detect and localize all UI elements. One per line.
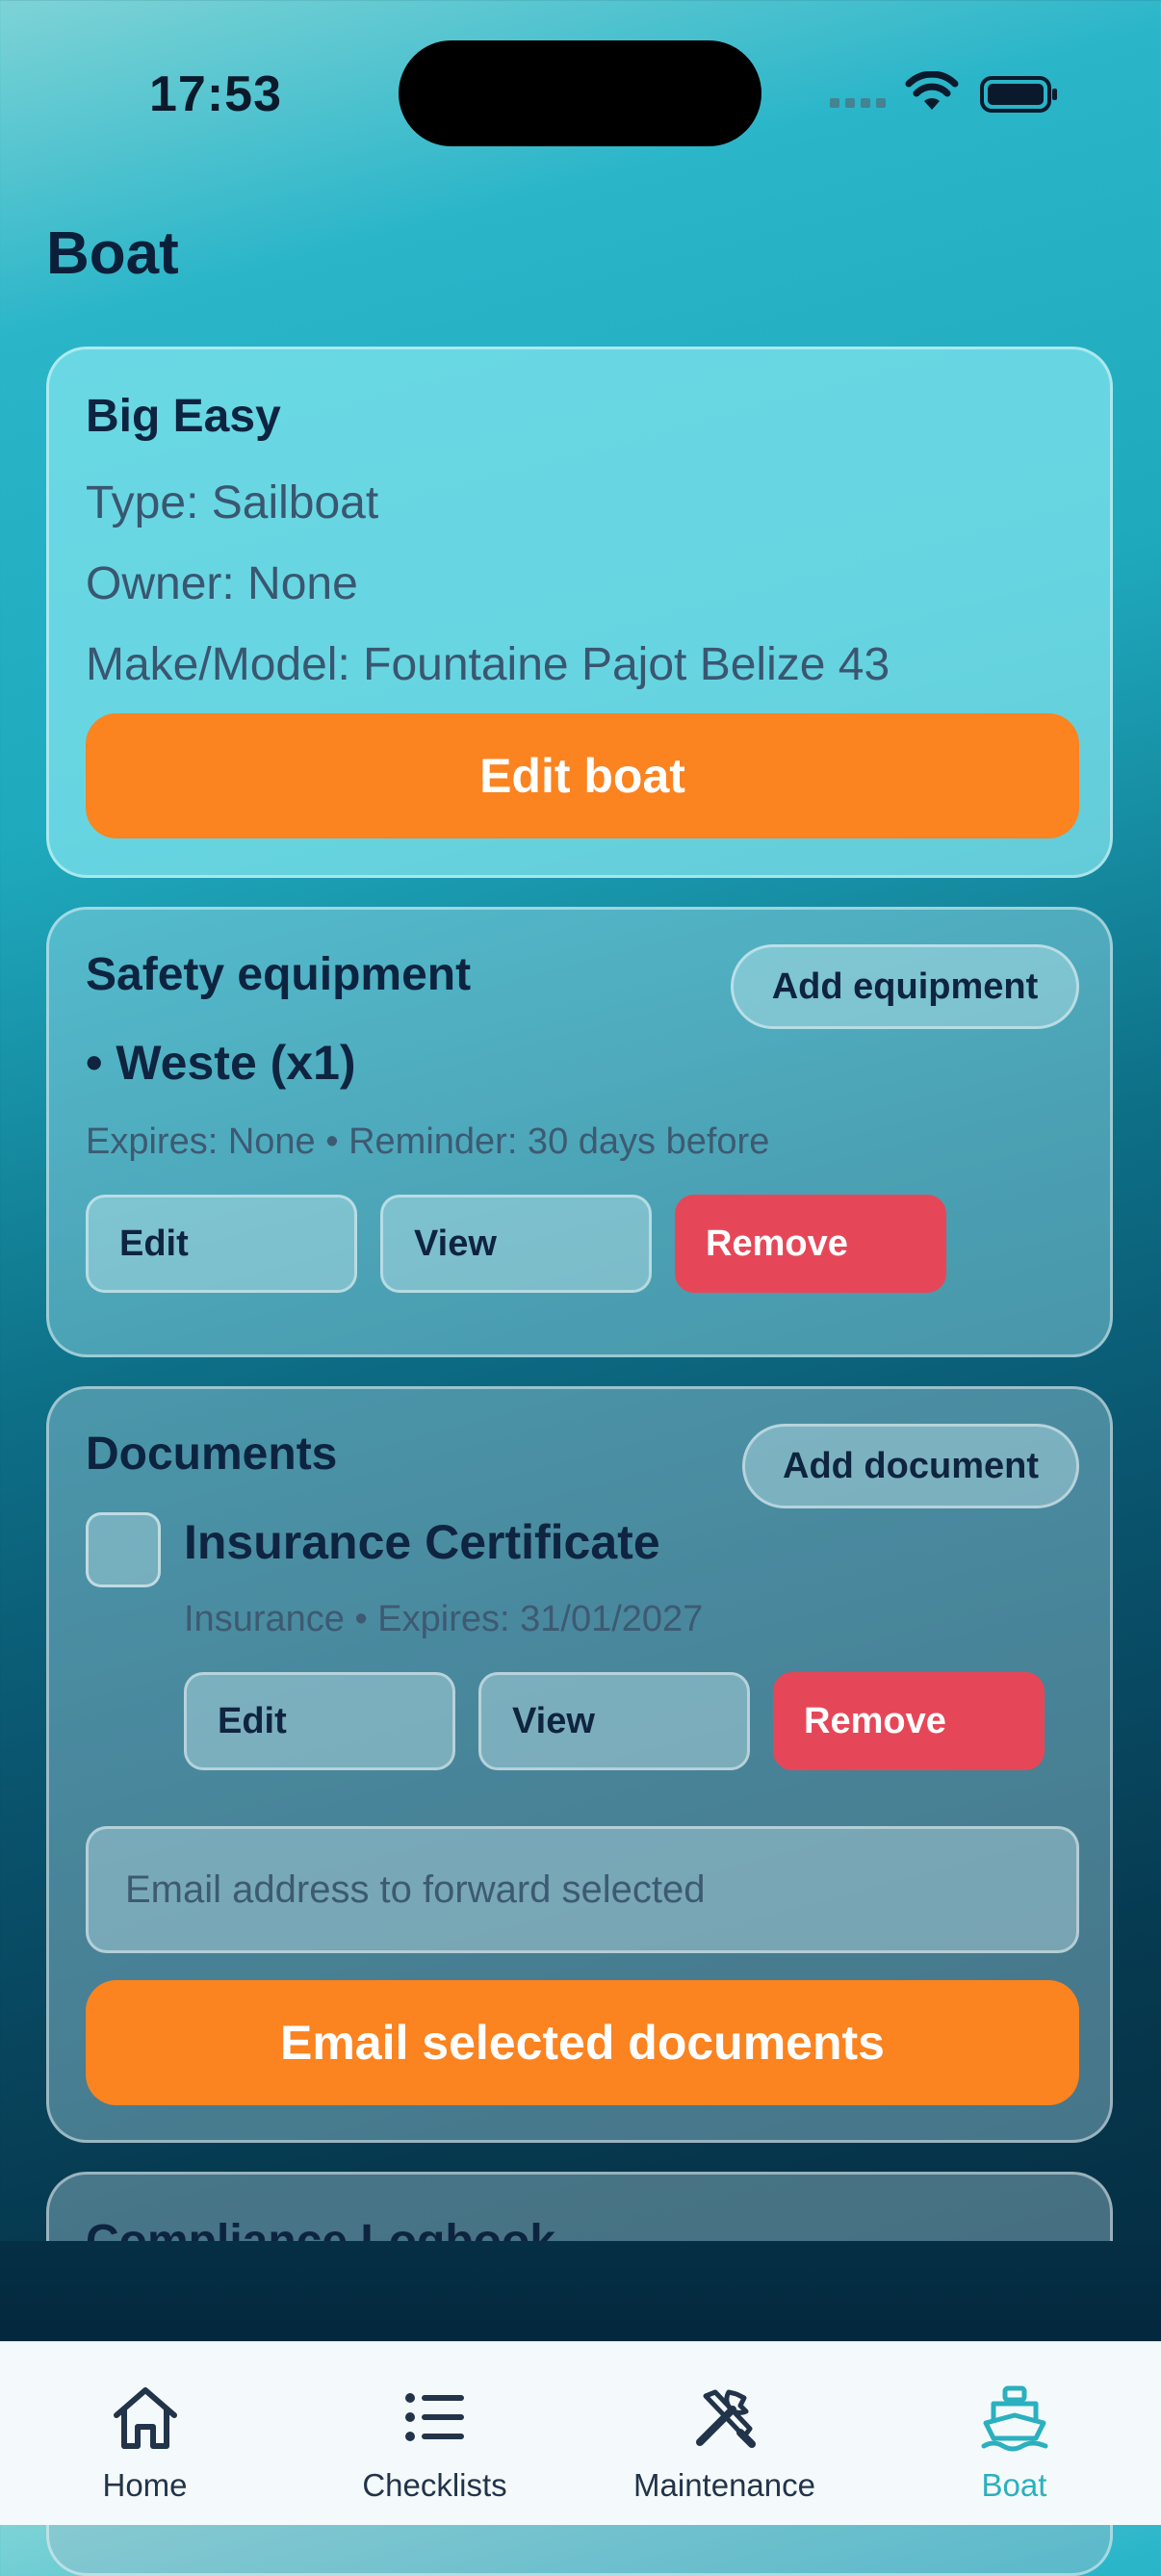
safety-equipment-card: Safety equipment Add equipment • Weste (… xyxy=(46,907,1113,1357)
equipment-edit-button[interactable]: Edit xyxy=(86,1195,357,1293)
tab-home-label: Home xyxy=(102,2467,188,2503)
boat-make-model: Make/Model: Fountaine Pajot Belize 43 xyxy=(86,639,890,690)
tab-boat[interactable]: Boat xyxy=(869,2342,1159,2525)
battery-icon xyxy=(980,76,1057,113)
wifi-icon xyxy=(905,71,959,110)
email-selected-documents-button[interactable]: Email selected documents xyxy=(86,1980,1079,2105)
boat-info-card: Big Easy Type: Sailboat Owner: None Make… xyxy=(46,347,1113,878)
equipment-view-button[interactable]: View xyxy=(380,1195,652,1293)
cellular-signal-icon xyxy=(830,98,890,112)
equipment-item-name: • Weste (x1) xyxy=(86,1036,356,1090)
document-item-name: Insurance Certificate xyxy=(184,1515,660,1569)
boat-owner: Owner: None xyxy=(86,558,358,609)
document-view-button[interactable]: View xyxy=(478,1672,750,1770)
tab-maintenance-label: Maintenance xyxy=(633,2467,815,2503)
list-icon xyxy=(404,2393,464,2441)
boat-type: Type: Sailboat xyxy=(86,477,379,528)
tab-bar: Home Checklists Maintenance Boat xyxy=(0,2341,1161,2525)
safety-equipment-title: Safety equipment xyxy=(86,949,472,1000)
dynamic-island xyxy=(399,40,761,146)
document-item-meta: Insurance • Expires: 31/01/2027 xyxy=(184,1599,704,1639)
tab-checklists[interactable]: Checklists xyxy=(290,2342,580,2525)
tab-home[interactable]: Home xyxy=(0,2342,290,2525)
tools-icon xyxy=(695,2389,756,2448)
add-document-button[interactable]: Add document xyxy=(742,1424,1079,1508)
tab-boat-label: Boat xyxy=(981,2467,1047,2503)
tab-maintenance[interactable]: Maintenance xyxy=(580,2342,869,2525)
home-icon xyxy=(113,2387,177,2449)
add-equipment-button[interactable]: Add equipment xyxy=(731,944,1079,1029)
edit-boat-button[interactable]: Edit boat xyxy=(86,713,1079,838)
documents-card: Documents Add document Insurance Certifi… xyxy=(46,1386,1113,2143)
status-bar: 17:53 xyxy=(0,0,1161,183)
status-time: 17:53 xyxy=(149,66,282,122)
equipment-item-meta: Expires: None • Reminder: 30 days before xyxy=(86,1121,770,1162)
tab-checklists-label: Checklists xyxy=(362,2467,507,2503)
forward-email-input[interactable]: Email address to forward selected xyxy=(86,1826,1079,1953)
scroll-fade xyxy=(0,2241,1161,2341)
page-title: Boat xyxy=(46,220,179,287)
document-remove-button[interactable]: Remove xyxy=(773,1672,1045,1770)
document-edit-button[interactable]: Edit xyxy=(184,1672,455,1770)
document-select-checkbox[interactable] xyxy=(86,1512,161,1587)
boat-name: Big Easy xyxy=(86,391,281,442)
equipment-remove-button[interactable]: Remove xyxy=(675,1195,946,1293)
documents-title: Documents xyxy=(86,1429,338,1480)
boat-icon xyxy=(981,2385,1047,2452)
